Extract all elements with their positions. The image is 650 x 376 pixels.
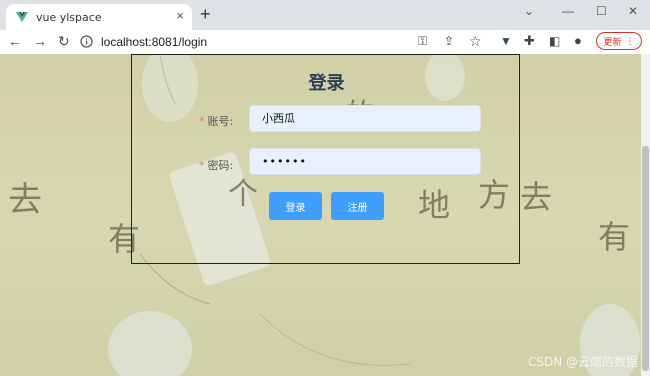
vue-logo-icon <box>16 12 28 22</box>
new-tab-button[interactable]: + <box>200 5 211 23</box>
password-label-text: 密码: <box>207 159 234 172</box>
username-label-text: 账号: <box>207 115 234 128</box>
minimize-icon[interactable]: — <box>562 4 574 18</box>
password-label: * 密码: <box>199 157 233 173</box>
page-scrollbar[interactable] <box>641 54 650 376</box>
address-bar[interactable]: localhost:8081/login <box>80 32 500 51</box>
info-icon[interactable] <box>80 35 93 48</box>
username-label: * 账号: <box>199 113 233 129</box>
login-form: 登录 * 账号: 小西瓜 * 密码: •••••• 登录 注册 <box>131 54 520 264</box>
background-char: 去 <box>520 178 553 216</box>
tab-strip: vue ylspace × + ⌄ — ☐ ✕ <box>0 0 650 30</box>
update-button[interactable]: 更新 ⋮ <box>596 32 642 50</box>
register-button[interactable]: 注册 <box>331 192 384 220</box>
login-title: 登录 <box>308 73 345 94</box>
watermark: CSDN @云端的数据 <box>527 355 638 369</box>
tab-title: vue ylspace <box>36 10 102 24</box>
background-char: 有 <box>598 218 631 256</box>
star-icon[interactable]: ☆ <box>469 33 482 49</box>
maximize-icon[interactable]: ☐ <box>596 4 607 18</box>
profile-icon[interactable]: ● <box>574 33 582 49</box>
sidepanel-icon[interactable]: ◧ <box>549 33 560 49</box>
tab-active[interactable]: vue ylspace × <box>6 4 192 30</box>
back-icon[interactable]: ← <box>8 33 22 49</box>
share-icon[interactable]: ⇪ <box>444 33 454 49</box>
scrollbar-thumb[interactable] <box>642 146 649 371</box>
close-tab-icon[interactable]: × <box>176 9 184 23</box>
key-icon[interactable]: ⚿ <box>418 33 427 49</box>
update-label: 更新 <box>603 36 622 47</box>
browser-toolbar: ← → ↻ localhost:8081/login ⚿ ⇪ ☆ ▼ ✚ ◧ ●… <box>0 30 650 55</box>
tab-search-icon[interactable]: ⌄ <box>524 4 534 18</box>
username-input[interactable]: 小西瓜 <box>249 105 481 132</box>
menu-icon: ⋮ <box>625 35 635 46</box>
forward-icon[interactable]: → <box>33 33 47 49</box>
background-char: 去 <box>8 180 42 220</box>
password-input[interactable]: •••••• <box>249 148 481 175</box>
extension-icon[interactable]: ▼ <box>500 33 512 49</box>
required-mark: * <box>199 159 205 172</box>
reload-icon[interactable]: ↻ <box>58 33 70 49</box>
url-text: localhost:8081/login <box>101 34 208 49</box>
required-mark: * <box>199 115 205 128</box>
puzzle-icon[interactable]: ✚ <box>524 33 535 49</box>
close-window-icon[interactable]: ✕ <box>628 4 638 18</box>
login-button[interactable]: 登录 <box>269 192 322 220</box>
